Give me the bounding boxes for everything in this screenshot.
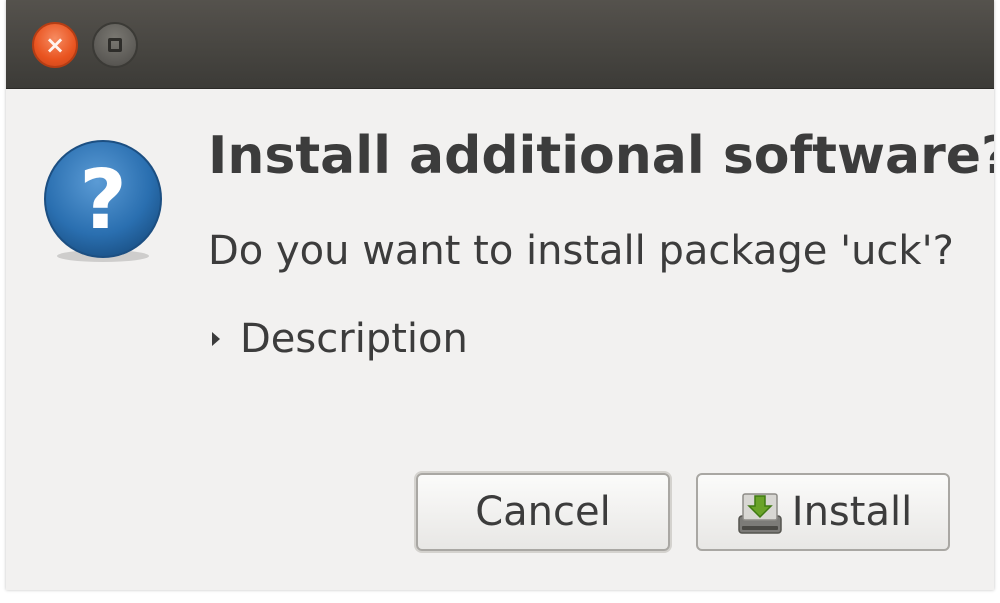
title-bar[interactable]: × bbox=[6, 0, 994, 89]
maximize-button[interactable] bbox=[92, 22, 138, 68]
cancel-button[interactable]: Cancel bbox=[416, 473, 670, 551]
install-button[interactable]: Install bbox=[696, 473, 950, 551]
close-button[interactable]: × bbox=[32, 22, 78, 68]
svg-text:?: ? bbox=[79, 153, 127, 248]
close-icon: × bbox=[44, 31, 66, 59]
install-button-label: Install bbox=[791, 489, 913, 535]
expander-label: Description bbox=[240, 316, 468, 362]
dialog-message: Do you want to install package 'uck'? bbox=[208, 228, 954, 274]
maximize-icon bbox=[108, 38, 122, 52]
download-drive-icon bbox=[738, 493, 782, 534]
cancel-button-label: Cancel bbox=[475, 489, 611, 535]
install-dialog-window: × ? Install additional software? Do you … bbox=[6, 0, 994, 590]
question-icon: ? bbox=[44, 140, 162, 262]
dialog-title: Install additional software? bbox=[208, 126, 994, 186]
expander-arrow-icon bbox=[212, 332, 220, 346]
description-expander[interactable]: Description bbox=[212, 316, 468, 362]
